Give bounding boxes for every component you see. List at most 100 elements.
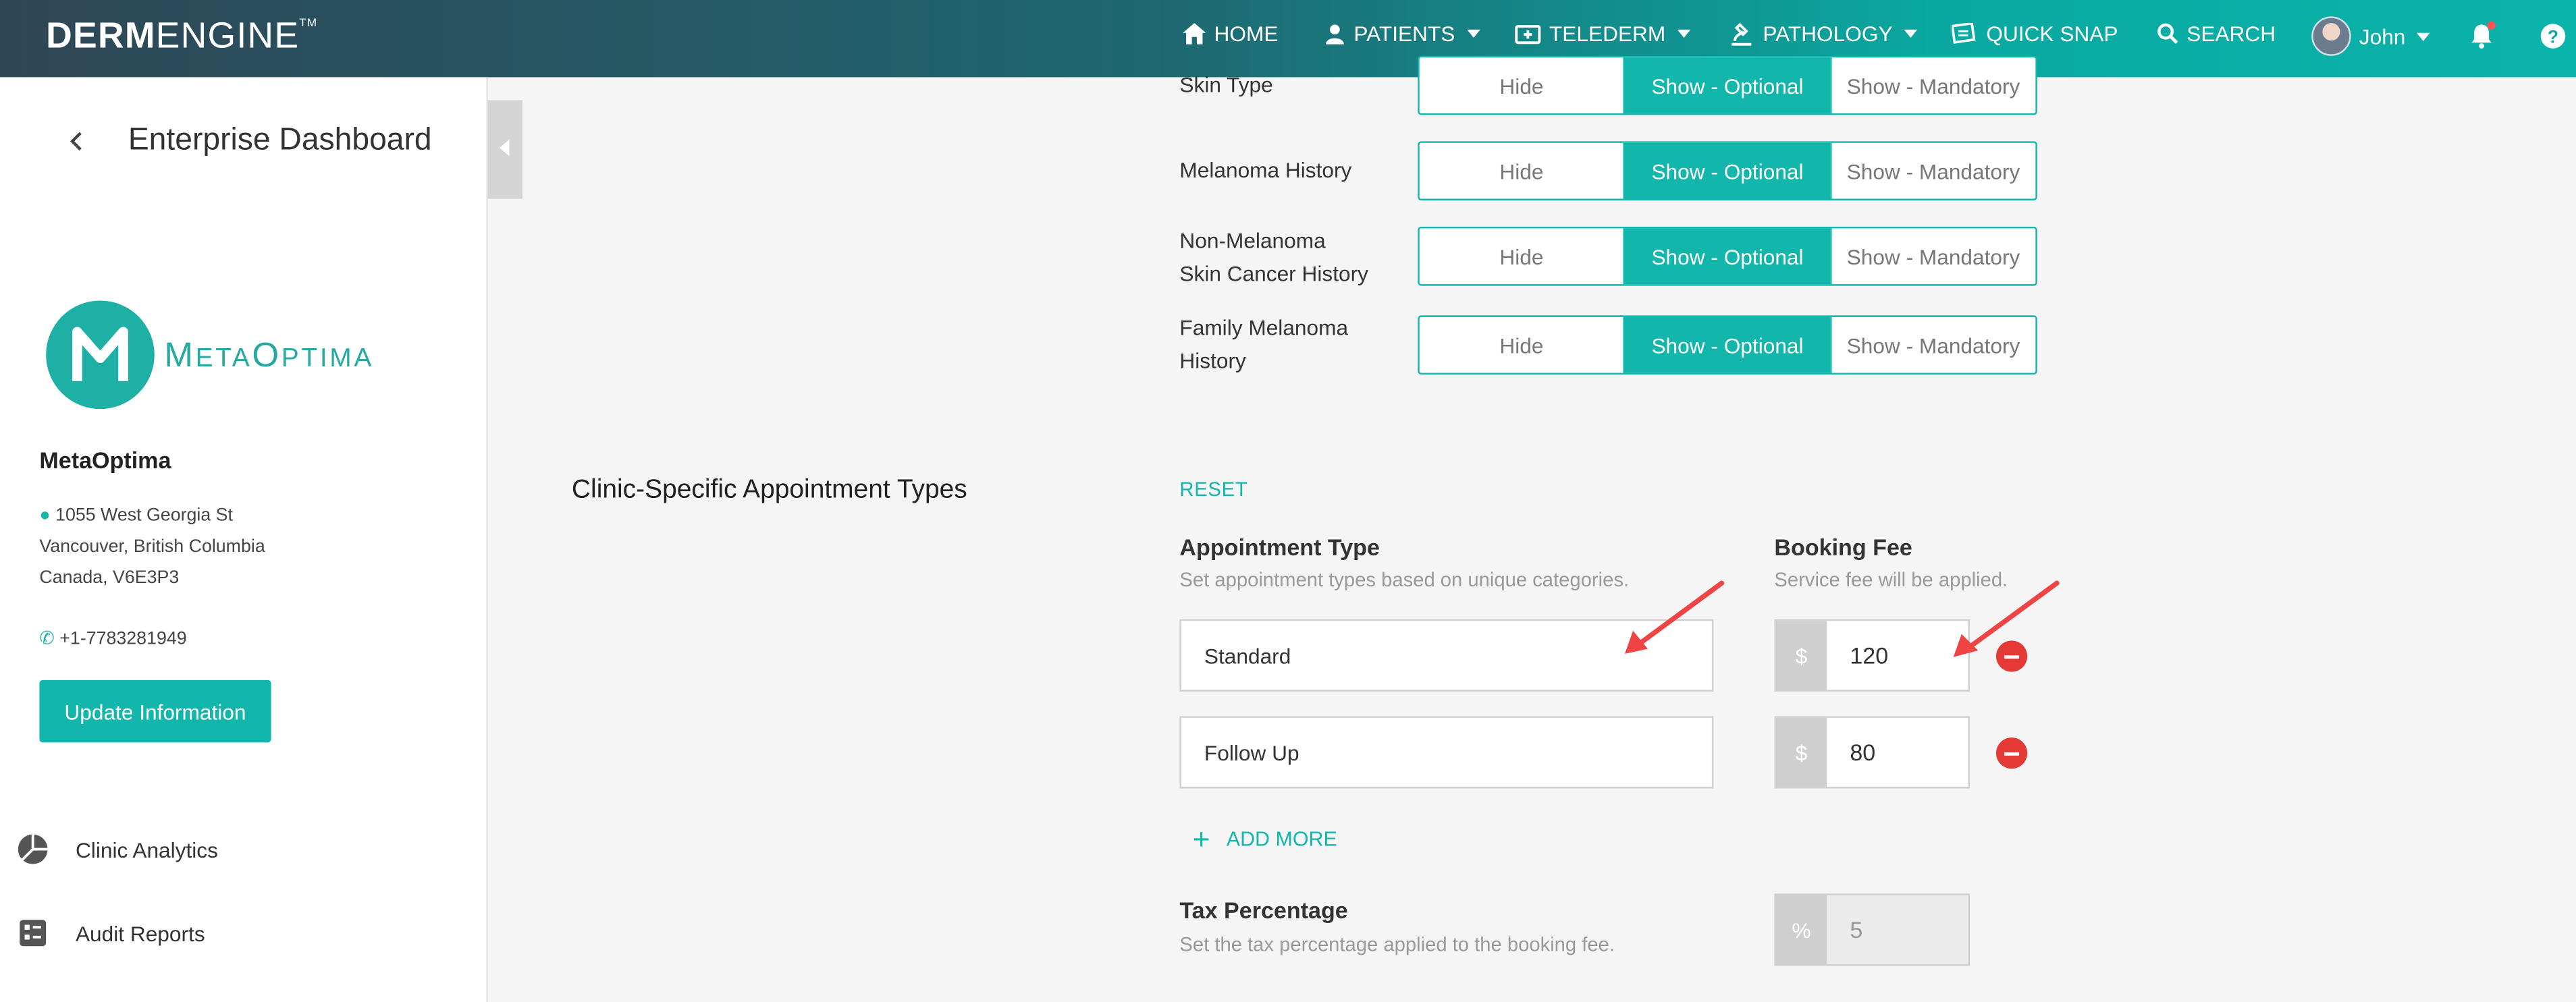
avatar	[2311, 16, 2351, 56]
address-line-1-text: 1055 West Georgia St	[55, 505, 233, 526]
quick-snap-icon	[1952, 22, 1976, 43]
nav-quick-snap[interactable]: QUICK SNAP	[1952, 21, 2118, 47]
row-label-line: Non-Melanoma	[1179, 228, 1326, 253]
row-label-non-melanoma: Non-Melanoma Skin Cancer History	[1179, 225, 1368, 291]
add-more-button[interactable]: + ADD MORE	[1193, 825, 1337, 854]
telederm-icon	[1515, 25, 1541, 45]
phone-number: ✆ +1-7783281949	[39, 628, 187, 649]
tax-percentage-header: Tax Percentage	[1179, 897, 1348, 924]
tax-percentage-subtext: Set the tax percentage applied to the bo…	[1179, 933, 1615, 956]
help-button[interactable]: ?	[2540, 23, 2567, 49]
currency-addon: $	[1775, 717, 1827, 787]
reset-link[interactable]: RESET	[1179, 478, 1247, 501]
visibility-toggle-non-melanoma: Hide Show - Optional Show - Mandatory	[1418, 226, 2037, 286]
nav-pathology[interactable]: PATHOLOGY	[1728, 21, 1918, 47]
minus-circle-icon[interactable]	[1995, 737, 2028, 769]
option-show-mandatory[interactable]: Show - Mandatory	[1829, 228, 2035, 285]
user-name: John	[2359, 24, 2406, 49]
nav-search[interactable]: SEARCH	[2157, 21, 2276, 47]
row-label-line: History	[1179, 348, 1246, 373]
phone-icon: ✆	[39, 629, 55, 649]
booking-fee-value[interactable]: 80	[1827, 718, 1968, 787]
row-label-skin-type: Skin Type	[1179, 72, 1273, 97]
nav-home[interactable]: HOME	[1183, 21, 1279, 47]
option-show-optional[interactable]: Show - Optional	[1624, 57, 1830, 113]
nav-patients-label: PATIENTS	[1353, 21, 1455, 47]
row-label-family-melanoma: Family Melanoma History	[1179, 312, 1348, 378]
collapse-sidebar-tab[interactable]	[487, 100, 522, 199]
svg-text:METAOPTIMA: METAOPTIMA	[164, 335, 374, 374]
sidebar: Enterprise Dashboard METAOPTIMA MetaOpti…	[0, 77, 488, 1002]
annotation-arrow	[1953, 580, 2060, 657]
option-hide[interactable]: Hide	[1420, 228, 1624, 284]
collapse-arrow-icon	[499, 139, 510, 157]
booking-fee-input[interactable]: $ 80	[1774, 716, 1970, 789]
top-navbar: DERMENGINETM HOME PATIENTS TELEDERM PATH…	[0, 0, 2576, 78]
nav-home-label: HOME	[1214, 21, 1279, 47]
nav-search-label: SEARCH	[2186, 21, 2276, 47]
chevron-down-icon	[1677, 29, 1690, 38]
brand-logo[interactable]: DERMENGINETM	[46, 15, 317, 57]
update-information-button[interactable]: Update Information	[39, 679, 271, 743]
appointment-type-header: Appointment Type	[1179, 534, 1380, 561]
help-icon: ?	[2540, 24, 2566, 49]
tax-percentage-input[interactable]: % 5	[1774, 893, 1970, 966]
chevron-down-icon	[2417, 32, 2430, 40]
nav-telederm[interactable]: TELEDERM	[1515, 21, 1690, 47]
pie-chart-icon	[18, 834, 48, 864]
option-show-optional[interactable]: Show - Optional	[1624, 142, 1830, 199]
option-show-optional[interactable]: Show - Optional	[1624, 228, 1830, 285]
row-label-line: Skin Cancer History	[1179, 261, 1368, 286]
row-label-line: Family Melanoma	[1179, 315, 1349, 340]
option-hide[interactable]: Hide	[1420, 317, 1624, 373]
annotation-arrow	[1624, 580, 1725, 654]
option-show-mandatory[interactable]: Show - Mandatory	[1829, 316, 2035, 373]
svg-text:?: ?	[2548, 26, 2558, 47]
row-label-melanoma-history: Melanoma History	[1179, 157, 1352, 183]
option-hide[interactable]: Hide	[1420, 143, 1624, 199]
option-show-mandatory[interactable]: Show - Mandatory	[1829, 142, 2035, 199]
appointment-type-subtext: Set appointment types based on unique ca…	[1179, 568, 1630, 592]
patients-icon	[1325, 24, 1344, 45]
option-show-optional[interactable]: Show - Optional	[1624, 316, 1830, 373]
chevron-down-icon	[1904, 29, 1918, 38]
chevron-left-icon[interactable]	[65, 130, 88, 152]
sidebar-item-audit-reports[interactable]: Audit Reports	[16, 916, 205, 949]
tax-percentage-value[interactable]: 5	[1827, 895, 1968, 964]
address-line-2: Vancouver, British Columbia	[39, 537, 265, 557]
company-logo: METAOPTIMA	[45, 299, 439, 411]
sidebar-item-clinic-analytics[interactable]: Clinic Analytics	[16, 833, 218, 866]
report-icon	[20, 920, 47, 947]
appointment-type-input[interactable]: Follow Up	[1179, 716, 1714, 789]
visibility-toggle-melanoma-history: Hide Show - Optional Show - Mandatory	[1418, 141, 2037, 200]
nav-telederm-label: TELEDERM	[1549, 21, 1666, 47]
map-pin-icon: ●	[39, 505, 51, 526]
nav-quick-snap-label: QUICK SNAP	[1986, 21, 2118, 47]
org-name: MetaOptima	[39, 447, 171, 474]
option-show-mandatory[interactable]: Show - Mandatory	[1829, 57, 2035, 113]
notifications-button[interactable]	[2469, 21, 2496, 49]
visibility-toggle-family-melanoma: Hide Show - Optional Show - Mandatory	[1418, 315, 2037, 375]
address-line-3: Canada, V6E3P3	[39, 568, 180, 588]
percent-addon: %	[1775, 895, 1827, 964]
option-hide[interactable]: Hide	[1420, 57, 1624, 113]
address-line-1: ● 1055 West Georgia St	[39, 506, 233, 526]
search-icon	[2157, 23, 2178, 45]
notification-badge	[2487, 21, 2496, 30]
booking-fee-input[interactable]: $ 120	[1774, 619, 1970, 692]
sidebar-item-label: Audit Reports	[75, 920, 205, 945]
chevron-down-icon	[1466, 29, 1480, 38]
nav-pathology-label: PATHOLOGY	[1763, 21, 1893, 47]
nav-patients[interactable]: PATIENTS	[1324, 21, 1480, 47]
section-title: Clinic-Specific Appointment Types	[571, 476, 967, 505]
add-more-label: ADD MORE	[1226, 827, 1337, 852]
page-title: Enterprise Dashboard	[128, 123, 432, 158]
pathology-icon	[1732, 22, 1752, 46]
sidebar-item-label: Clinic Analytics	[75, 837, 218, 862]
phone-number-text: +1-7783281949	[59, 629, 187, 649]
booking-fee-header: Booking Fee	[1774, 534, 1912, 561]
currency-addon: $	[1775, 621, 1827, 690]
visibility-toggle-skin-type: Hide Show - Optional Show - Mandatory	[1418, 55, 2037, 115]
user-menu[interactable]: John	[2311, 16, 2430, 56]
home-icon	[1183, 23, 1206, 45]
